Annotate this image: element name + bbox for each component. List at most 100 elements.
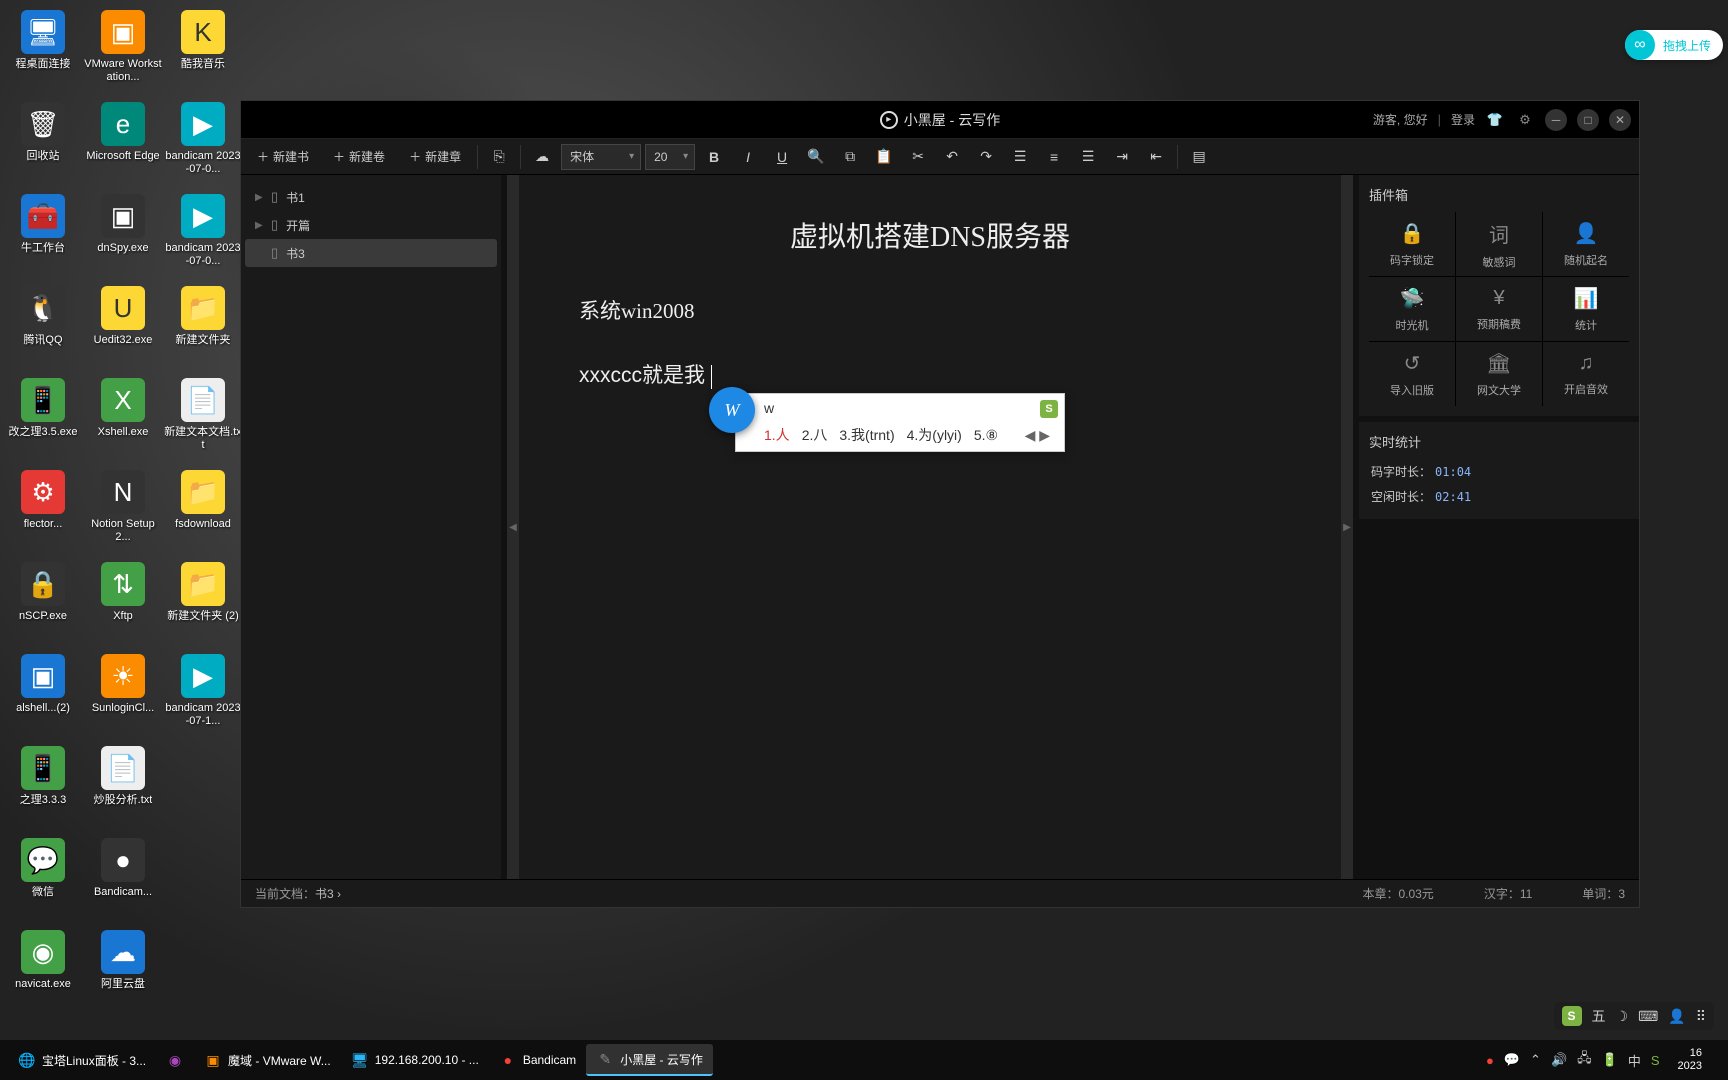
desktop-icon[interactable]: 📄炒股分析.txt [84, 740, 162, 830]
tray-network-icon[interactable]: 🖧 [1577, 1049, 1592, 1071]
desktop-icon[interactable]: 📁新建文件夹 (2) [164, 556, 242, 646]
desktop-icon[interactable]: 🗑回收站 [4, 96, 82, 186]
collapse-right-button[interactable]: ▶ [1341, 175, 1353, 879]
export-button[interactable]: ⎘ [484, 143, 514, 171]
plugin-icon: ¥ [1493, 287, 1504, 310]
desktop-icon[interactable]: 🐧腾讯QQ [4, 280, 82, 370]
desktop-icon[interactable]: ◉navicat.exe [4, 924, 82, 1014]
desktop-icon[interactable]: eMicrosoft Edge [84, 96, 162, 186]
copy-button[interactable]: ⧉ [835, 143, 865, 171]
clock[interactable]: 16 2023 [1670, 1047, 1710, 1073]
desktop-icon[interactable]: ▶bandicam 2023-07-1... [164, 648, 242, 738]
tray-ime-icon[interactable]: 中 [1628, 1051, 1641, 1070]
align-left-button[interactable]: ☰ [1005, 143, 1035, 171]
align-center-button[interactable]: ≡ [1039, 143, 1069, 171]
ime-candidate[interactable]: 2.八 [802, 425, 828, 445]
paste-button[interactable]: 📋 [869, 143, 899, 171]
search-button[interactable]: 🔍 [801, 143, 831, 171]
desktop-icon[interactable]: K酷我音乐 [164, 4, 242, 94]
login-button[interactable]: 登录 [1451, 111, 1475, 128]
ime-candidate[interactable]: 3.我(trnt) [839, 425, 894, 445]
italic-button[interactable]: I [733, 143, 763, 171]
ime-candidate[interactable]: 4.为(ylyi) [907, 425, 962, 445]
new-volume-button[interactable]: ＋新建卷 [323, 143, 395, 171]
taskbar-item[interactable]: 🌐宝塔Linux面板 - 3... [8, 1044, 156, 1076]
plugin-item[interactable]: 词敏感词 [1456, 212, 1542, 276]
new-chapter-button[interactable]: ＋新建章 [399, 143, 471, 171]
outdent-button[interactable]: ⇤ [1141, 143, 1171, 171]
taskbar-item[interactable]: ✎小黑屋 - 云写作 [586, 1044, 713, 1076]
desktop-icon[interactable]: UUedit32.exe [84, 280, 162, 370]
desktop-icon[interactable]: ▣alshell...(2) [4, 648, 82, 738]
layout-button[interactable]: ▤ [1184, 143, 1214, 171]
desktop-icon[interactable]: ⚙flector... [4, 464, 82, 554]
taskbar-item[interactable]: ●Bandicam [489, 1044, 586, 1076]
tray-sogou-icon[interactable]: S [1651, 1053, 1660, 1068]
taskbar-item[interactable]: ▣魔域 - VMware W... [194, 1044, 341, 1076]
plugin-item[interactable]: 🔒码字锁定 [1369, 212, 1455, 276]
app-icon: 🖥 [21, 10, 65, 54]
cloud-sync-button[interactable]: ☁ [527, 143, 557, 171]
theme-icon[interactable]: 👕 [1485, 110, 1505, 130]
redo-button[interactable]: ↷ [971, 143, 1001, 171]
desktop-icon[interactable]: ▶bandicam 2023-07-0... [164, 188, 242, 278]
plugin-item[interactable]: 🏛网文大学 [1456, 342, 1542, 406]
ime-candidate[interactable]: 5.⑧ [974, 427, 998, 444]
editor[interactable]: 虚拟机搭建DNS服务器 系统win2008 xxxccc就是我 W w S 1.… [519, 175, 1341, 879]
desktop-icon[interactable]: 📁fsdownload [164, 464, 242, 554]
desktop-icon[interactable]: 📱之理3.3.3 [4, 740, 82, 830]
desktop-icon[interactable]: NNotion Setup 2... [84, 464, 162, 554]
icon-label: Microsoft Edge [86, 150, 159, 163]
sidebar-item[interactable]: ▶▯书1 [245, 183, 497, 211]
tray-expand-icon[interactable]: ⌃ [1530, 1052, 1541, 1068]
upload-badge[interactable]: ∞ 拖拽上传 [1625, 30, 1723, 60]
taskbar-item[interactable]: ◉ [156, 1044, 194, 1076]
tray-wechat-icon[interactable]: 💬 [1504, 1052, 1520, 1068]
cut-button[interactable]: ✂ [903, 143, 933, 171]
desktop-icon[interactable]: ●Bandicam... [84, 832, 162, 922]
desktop-icon[interactable]: 🖥程桌面连接 [4, 4, 82, 94]
desktop-icon[interactable]: ☁阿里云盘 [84, 924, 162, 1014]
plugin-item[interactable]: ↺导入旧版 [1369, 342, 1455, 406]
desktop-icon[interactable]: 📄新建文本文档.txt [164, 372, 242, 462]
plugin-item[interactable]: 👤随机起名 [1543, 212, 1629, 276]
desktop-icon[interactable]: 📁新建文件夹 [164, 280, 242, 370]
ime-indicator[interactable]: S 五 ☽ ⌨ 👤 ⠿ [1554, 1002, 1714, 1030]
ime-candidate[interactable]: 1.人 [764, 425, 790, 445]
plugin-item[interactable]: ¥预期稿费 [1456, 277, 1542, 341]
ime-more-icon[interactable]: ◀ ▶ [1025, 427, 1050, 444]
tray-battery-icon[interactable]: 🔋 [1602, 1052, 1618, 1068]
desktop-icon[interactable]: 📱改之理3.5.exe [4, 372, 82, 462]
tray-record-icon[interactable]: ● [1486, 1053, 1494, 1068]
desktop-icon[interactable]: ▣VMware Workstation... [84, 4, 162, 94]
size-select[interactable]: 20 [645, 144, 695, 170]
desktop-icon[interactable]: ☀SunloginCl... [84, 648, 162, 738]
undo-button[interactable]: ↶ [937, 143, 967, 171]
minimize-button[interactable]: ─ [1545, 109, 1567, 131]
bold-button[interactable]: B [699, 143, 729, 171]
plugin-item[interactable]: ♫开启音效 [1543, 342, 1629, 406]
font-select[interactable]: 宋体 [561, 144, 641, 170]
sidebar-label: 书3 [286, 245, 305, 262]
collapse-left-button[interactable]: ◀ [507, 175, 519, 879]
sidebar-item[interactable]: ▶▯开篇 [245, 211, 497, 239]
underline-button[interactable]: U [767, 143, 797, 171]
plugin-item[interactable]: 🛸时光机 [1369, 277, 1455, 341]
desktop-icon[interactable]: XXshell.exe [84, 372, 162, 462]
taskbar-item[interactable]: 🖥192.168.200.10 - ... [341, 1044, 489, 1076]
close-button[interactable]: ✕ [1609, 109, 1631, 131]
desktop-icon[interactable]: ▣dnSpy.exe [84, 188, 162, 278]
maximize-button[interactable]: □ [1577, 109, 1599, 131]
align-right-button[interactable]: ☰ [1073, 143, 1103, 171]
desktop-icon[interactable]: 🧰牛工作台 [4, 188, 82, 278]
tray-volume-icon[interactable]: 🔊 [1551, 1052, 1567, 1068]
desktop-icon[interactable]: ▶bandicam 2023-07-0... [164, 96, 242, 186]
desktop-icon[interactable]: 💬微信 [4, 832, 82, 922]
new-book-button[interactable]: ＋新建书 [247, 143, 319, 171]
desktop-icon[interactable]: ⇅Xftp [84, 556, 162, 646]
plugin-item[interactable]: 📊统计 [1543, 277, 1629, 341]
desktop-icon[interactable]: 🔒nSCP.exe [4, 556, 82, 646]
sidebar-item[interactable]: ▯书3 [245, 239, 497, 267]
settings-icon[interactable]: ⚙ [1515, 110, 1535, 130]
indent-button[interactable]: ⇥ [1107, 143, 1137, 171]
